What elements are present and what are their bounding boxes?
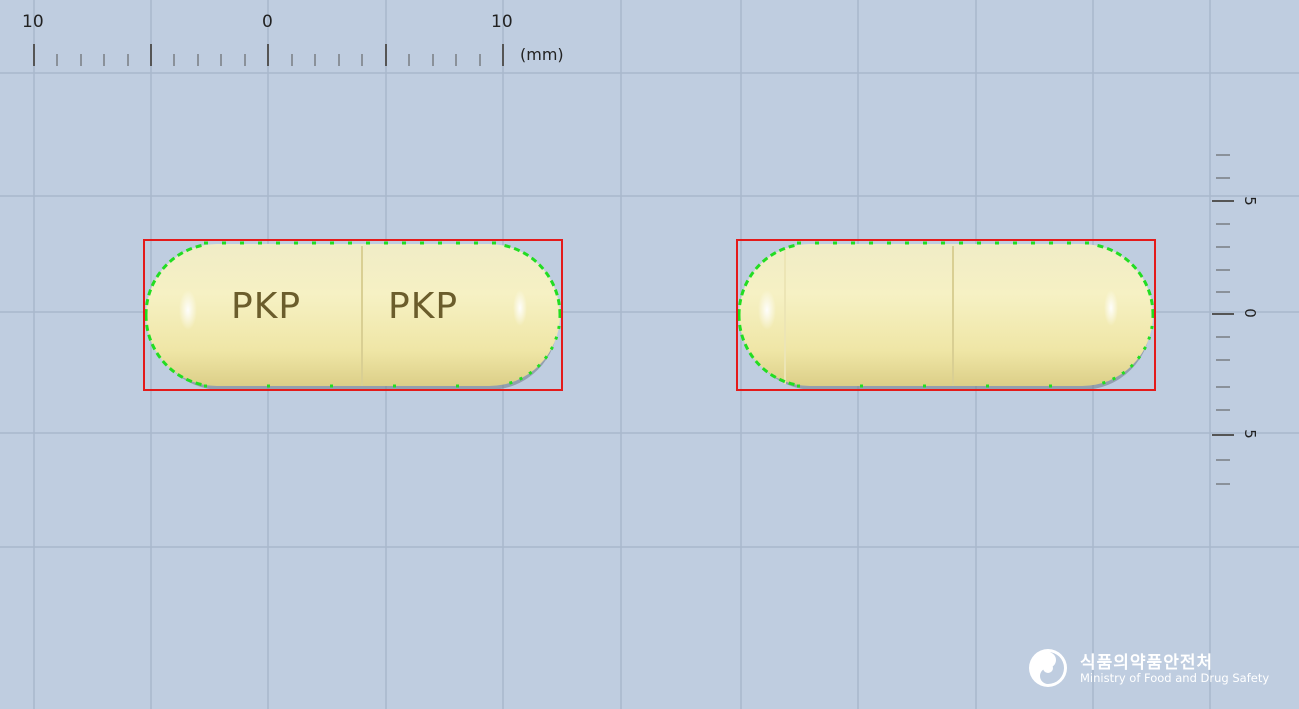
ruler-unit-label: (mm) <box>520 45 564 64</box>
ruler-label-0: 0 <box>262 12 273 32</box>
side-ruler-label-bottom-5: 5 <box>1241 429 1259 439</box>
capsule-imprint-left: PKP <box>231 286 302 327</box>
mfds-logo: 식품의약품안전처 Ministry of Food and Drug Safet… <box>1028 646 1270 692</box>
mfds-emblem-icon <box>1029 649 1067 687</box>
logo-korean-name: 식품의약품안전처 <box>1080 653 1214 673</box>
side-ruler-label-top-5: 5 <box>1241 196 1259 206</box>
ruler-label-right-10: 10 <box>491 12 513 32</box>
logo-english-name: Ministry of Food and Drug Safety <box>1080 671 1270 685</box>
capsule-back-bounding-box <box>736 239 1156 391</box>
capsule-front-bounding-box <box>143 239 563 391</box>
capsule-imprint-right: PKP <box>388 286 459 327</box>
ruler-label-left-10: 10 <box>22 12 44 32</box>
side-ruler-label-0: 0 <box>1241 308 1259 318</box>
